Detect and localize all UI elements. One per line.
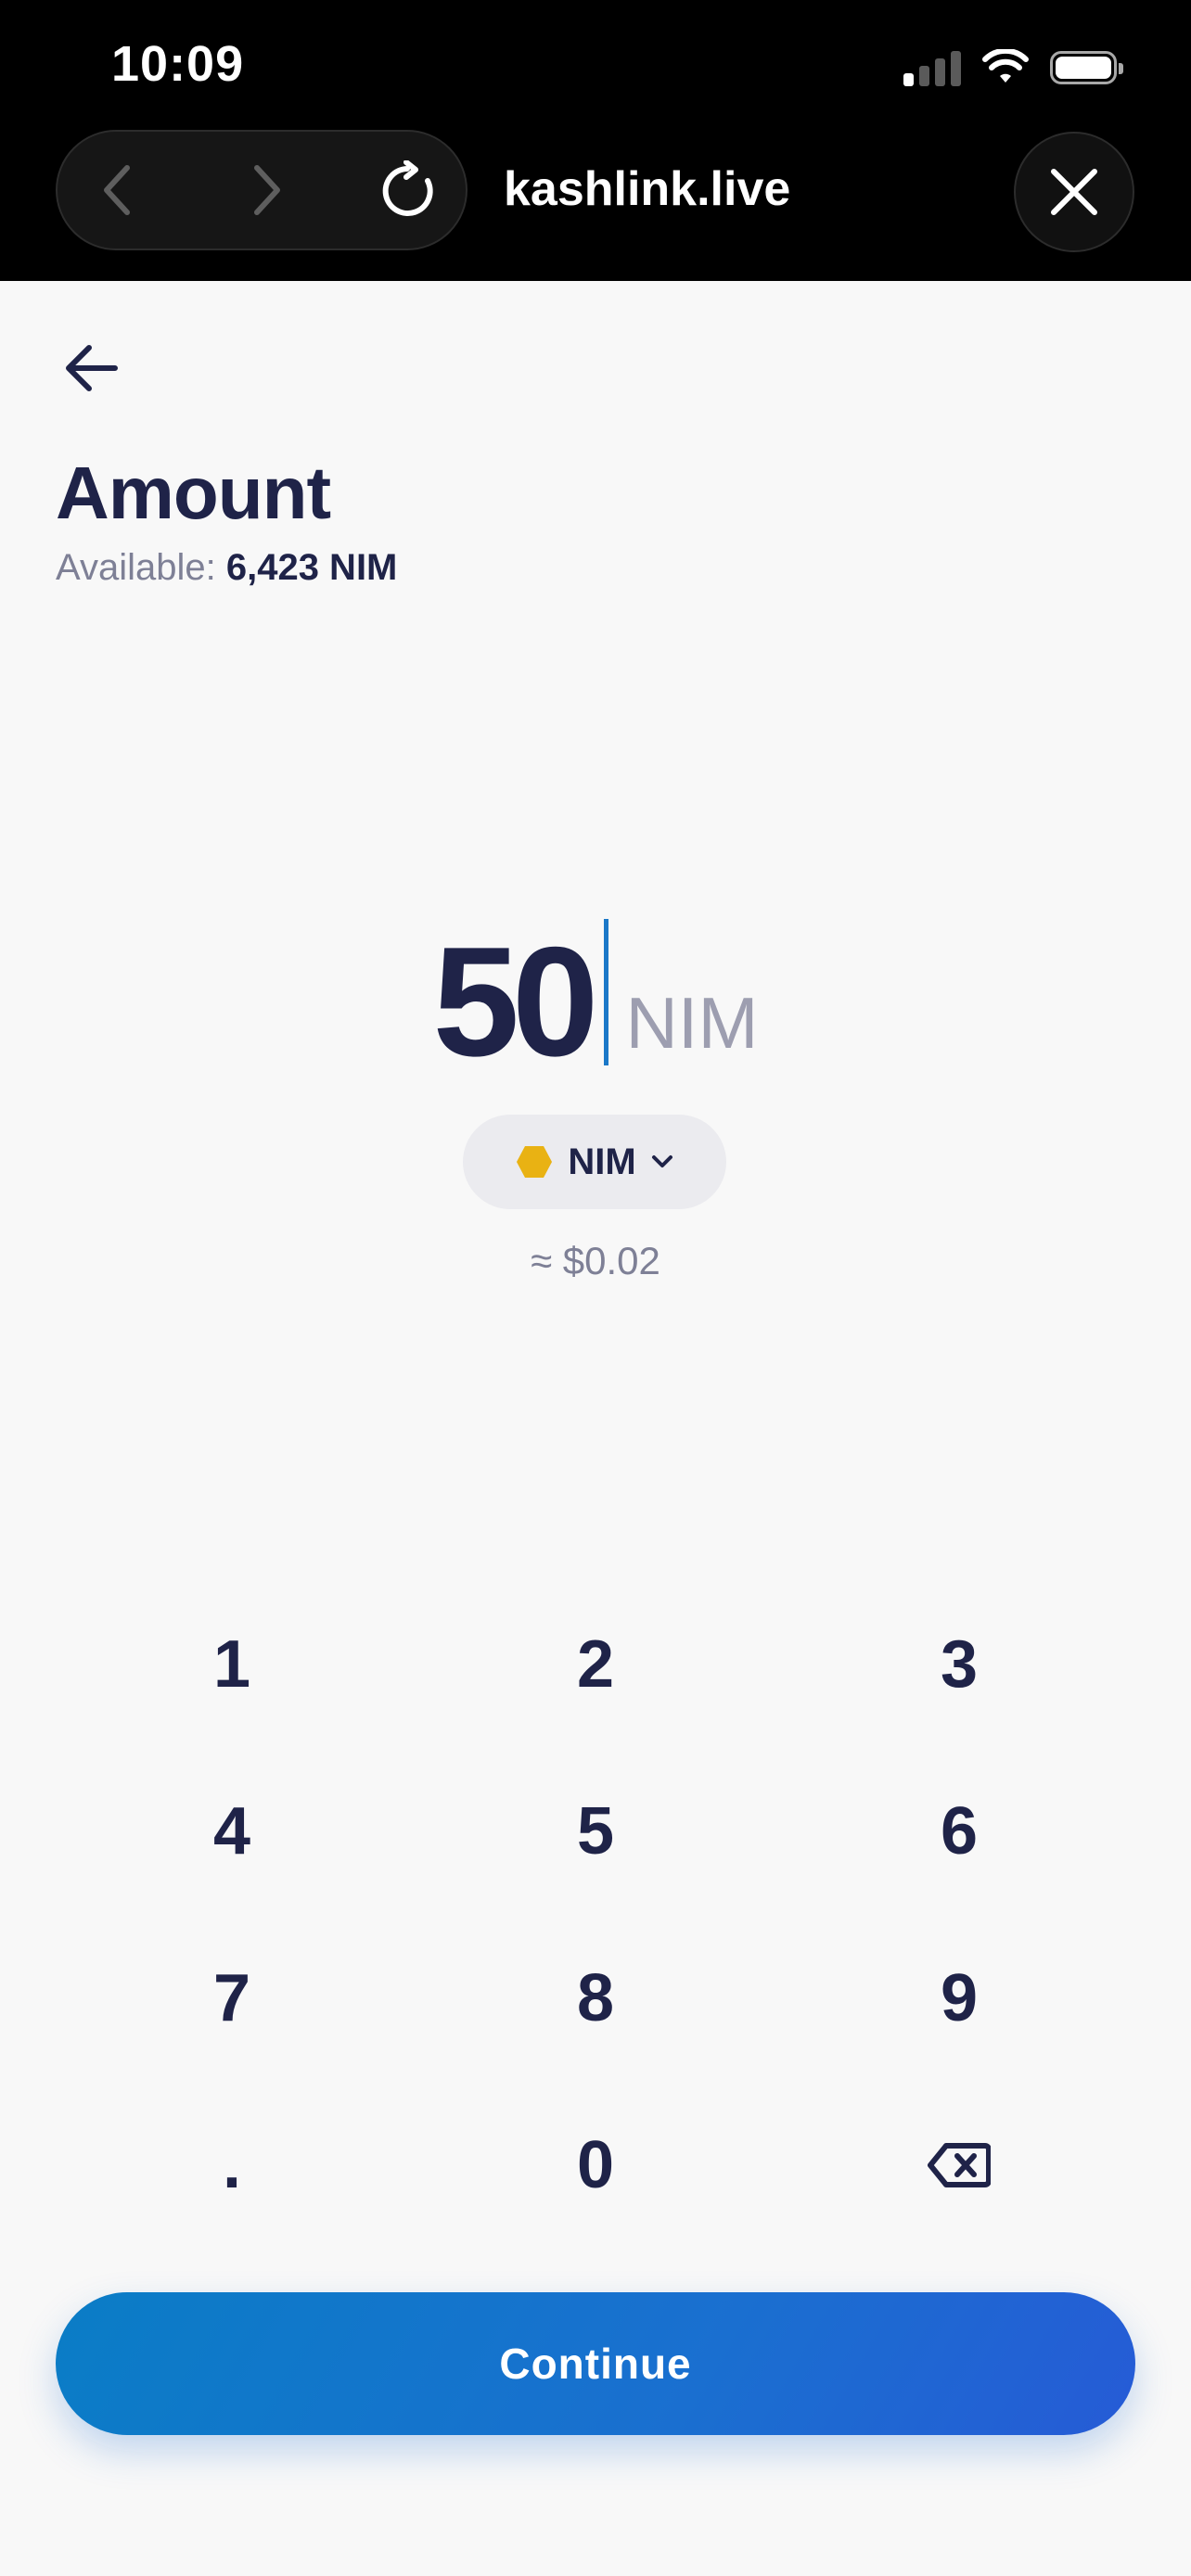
cellular-signal-icon: [903, 49, 961, 86]
chevron-left-icon: [104, 165, 130, 215]
continue-button[interactable]: Continue: [56, 2292, 1135, 2435]
key-5[interactable]: 5: [475, 1762, 716, 1901]
close-icon: [1051, 169, 1097, 215]
arrow-left-icon: [66, 345, 118, 391]
browser-toolbar: 10:09 kashlink.live: [0, 0, 1191, 281]
currency-selector[interactable]: NIM: [463, 1115, 726, 1209]
key-6[interactable]: 6: [839, 1762, 1080, 1901]
available-balance: Available: 6,423 NIM: [56, 547, 397, 589]
chevron-right-icon: [254, 165, 280, 215]
reload-icon: [382, 160, 433, 216]
currency-selector-label: NIM: [568, 1141, 636, 1182]
available-value: 6,423 NIM: [225, 547, 398, 588]
key-2[interactable]: 2: [475, 1595, 716, 1734]
text-caret: [604, 919, 609, 1065]
key-7[interactable]: 7: [111, 1929, 352, 2068]
nim-coin-icon: [517, 1146, 553, 1178]
key-0[interactable]: 0: [475, 2096, 716, 2235]
status-icons: [903, 43, 1123, 93]
browser-close-button[interactable]: [1014, 132, 1134, 252]
key-4[interactable]: 4: [111, 1762, 352, 1901]
battery-icon: [1050, 51, 1123, 84]
key-decimal[interactable]: .: [111, 2096, 352, 2235]
backspace-button[interactable]: [839, 2096, 1080, 2235]
key-1[interactable]: 1: [111, 1595, 352, 1734]
amount-value: 50: [432, 914, 599, 1089]
amount-input[interactable]: 50 NIM: [0, 913, 1191, 1089]
backspace-icon: [928, 2143, 991, 2187]
key-8[interactable]: 8: [475, 1929, 716, 2068]
continue-label: Continue: [499, 2340, 692, 2388]
browser-forward-button[interactable]: [215, 132, 317, 249]
browser-url[interactable]: kashlink.live: [504, 161, 790, 217]
browser-nav-controls: [56, 130, 467, 250]
browser-reload-button[interactable]: [360, 132, 462, 249]
amount-unit: NIM: [625, 982, 759, 1064]
browser-back-button[interactable]: [67, 132, 169, 249]
key-3[interactable]: 3: [839, 1595, 1080, 1734]
chevron-down-icon: [651, 1155, 672, 1167]
status-time: 10:09: [111, 36, 245, 92]
fiat-estimate: ≈ $0.02: [531, 1239, 660, 1282]
back-button[interactable]: [54, 336, 128, 401]
available-label: Available:: [56, 547, 216, 588]
page-title: Amount: [56, 452, 331, 534]
wifi-icon: [982, 49, 1029, 83]
key-9[interactable]: 9: [839, 1929, 1080, 2068]
